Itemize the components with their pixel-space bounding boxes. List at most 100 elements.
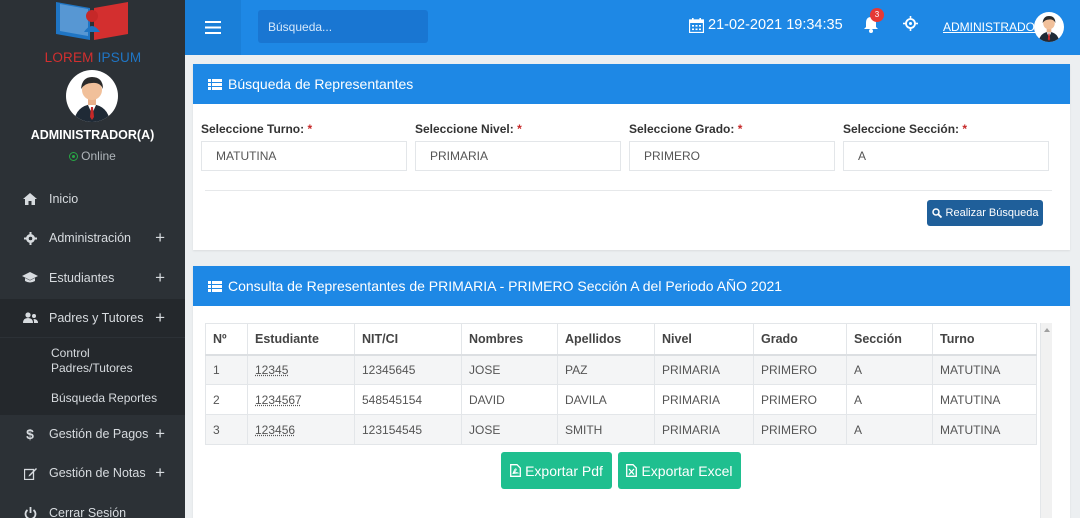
student-link-text[interactable]: 123456 [255,423,295,437]
edit-icon [22,467,38,480]
divider [205,190,1052,191]
table-scrollbar[interactable] [1040,323,1052,518]
topbar: 21-02-2021 19:34:35 3 ADMINISTRADOR [185,0,1080,55]
turno-label: Seleccione Turno: * [201,122,312,136]
expand-plus-icon[interactable]: + [155,424,165,444]
user-name: ADMINISTRADOR(A) [30,128,155,142]
table-row: 1 12345 12345645 JOSE PAZ PRIMARIA PRIME… [205,354,1037,385]
column-header[interactable]: Sección [846,323,933,356]
menu-item-label: Inicio [49,192,79,206]
column-header[interactable]: Grado [753,323,847,356]
column-header[interactable]: Nombres [461,323,558,356]
expand-plus-icon[interactable]: + [155,268,165,288]
table-cell: PRIMARIA [654,354,754,385]
menu-item-padres-tutores[interactable]: Padres y Tutores + [0,299,185,337]
results-panel-header: Consulta de Representantes de PRIMARIA -… [193,266,1070,306]
dollar-icon: $ [26,426,34,442]
student-link-text[interactable]: 12345 [255,363,288,377]
notification-badge: 3 [870,8,884,22]
search-input[interactable] [258,10,428,43]
brand-part-1: LOREM [44,50,94,65]
datetime-display: 21-02-2021 19:34:35 [689,17,843,33]
export-pdf-label: Exportar Pdf [525,462,603,479]
menu-item-estudiantes[interactable]: Estudiantes + [0,259,185,297]
logo: LOREM IPSUM [38,0,148,65]
grado-label: Seleccione Grado: * [629,122,742,136]
export-pdf-button[interactable]: Exportar Pdf [501,452,612,489]
menu-item-label: Cerrar Sesión [49,506,127,518]
expand-plus-icon[interactable]: + [155,308,165,328]
power-icon [22,506,38,518]
student-link[interactable]: 1234567 [247,384,355,415]
grado-select[interactable]: PRIMERO [629,141,835,171]
user-avatar-small[interactable] [1034,12,1064,42]
table-cell: PRIMARIA [654,414,754,445]
sidebar: LOREM IPSUM ADMINISTRADOR(A) Online Inic… [0,0,185,518]
crosshair-icon[interactable] [903,16,918,36]
nivel-select[interactable]: PRIMARIA [415,141,621,171]
student-link[interactable]: 12345 [247,354,355,385]
menu-item-gestion-notas[interactable]: Gestión de Notas + [0,454,185,492]
table-cell: MATUTINA [932,384,1037,415]
table-cell: PAZ [557,354,655,385]
table-cell: A [846,414,933,445]
grado-label-text: Seleccione Grado: [629,122,735,136]
table-cell: DAVID [461,384,558,415]
column-header[interactable]: Apellidos [557,323,655,356]
menu-item-inicio[interactable]: Inicio [0,180,185,218]
table-cell: 1 [205,354,248,385]
table-cell: PRIMERO [753,414,847,445]
menu-item-cerrar-sesion[interactable]: Cerrar Sesión [0,494,185,518]
table-cell: JOSE [461,414,558,445]
table-row: 2 1234567 548545154 DAVID DAVILA PRIMARI… [205,384,1037,415]
column-header[interactable]: Turno [932,323,1037,356]
hamburger-menu-icon[interactable] [185,0,241,55]
realizar-busqueda-label: Realizar Búsqueda [945,207,1039,219]
seccion-select[interactable]: A [843,141,1049,171]
turno-label-text: Seleccione Turno: [201,122,305,136]
table-row: 3 123456 123154545 JOSE SMITH PRIMARIA P… [205,414,1037,445]
seccion-label: Seleccione Sección: * [843,122,967,136]
table-cell: JOSE [461,354,558,385]
table-cell: 123154545 [354,414,462,445]
table-cell: 12345645 [354,354,462,385]
search-panel-title: Búsqueda de Representantes [228,76,414,92]
user-avatar[interactable] [66,70,118,122]
realizar-busqueda-button[interactable]: Realizar Búsqueda [927,200,1043,226]
menu-item-gestion-pagos[interactable]: $ Gestión de Pagos + [0,415,185,453]
table-cell: SMITH [557,414,655,445]
menu-item-administracion[interactable]: Administración + [0,219,185,257]
column-header[interactable]: NIT/CI [354,323,462,356]
representantes-table: Nº Estudiante NIT/CI Nombres Apellidos N… [205,323,1037,445]
expand-plus-icon[interactable]: + [155,463,165,483]
required-mark: * [517,122,522,136]
menu-item-label: Estudiantes [49,271,115,285]
table-cell: MATUTINA [932,414,1037,445]
gear-icon [22,231,38,245]
column-header[interactable]: Estudiante [247,323,355,356]
submenu-padres-tutores: Control Padres/Tutores Búsqueda Reportes [0,338,185,415]
student-link[interactable]: 123456 [247,414,355,445]
brand-name: LOREM IPSUM [38,50,148,65]
menu-item-label: Gestión de Pagos [49,427,149,441]
submenu-item-busqueda-reportes[interactable]: Búsqueda Reportes [51,391,157,406]
datetime-text: 21-02-2021 19:34:35 [708,17,843,33]
table-cell: MATUTINA [932,354,1037,385]
column-header[interactable]: Nº [205,323,248,356]
export-excel-button[interactable]: Exportar Excel [618,452,741,489]
list-icon [208,78,222,90]
online-dot-icon [69,152,79,161]
column-header[interactable]: Nivel [654,323,754,356]
student-link-text[interactable]: 1234567 [255,393,302,407]
turno-select[interactable]: MATUTINA [201,141,407,171]
book-logo-icon [56,2,128,40]
seccion-label-text: Seleccione Sección: [843,122,960,136]
nivel-label-text: Seleccione Nivel: [415,122,514,136]
user-menu-link[interactable]: ADMINISTRADOR [943,20,1044,34]
pdf-file-icon [510,464,522,477]
expand-plus-icon[interactable]: + [155,228,165,248]
table-header-row: Nº Estudiante NIT/CI Nombres Apellidos N… [205,323,1037,356]
home-icon [22,193,38,205]
submenu-item-control-padres[interactable]: Control Padres/Tutores [51,346,141,376]
table-cell: PRIMARIA [654,384,754,415]
